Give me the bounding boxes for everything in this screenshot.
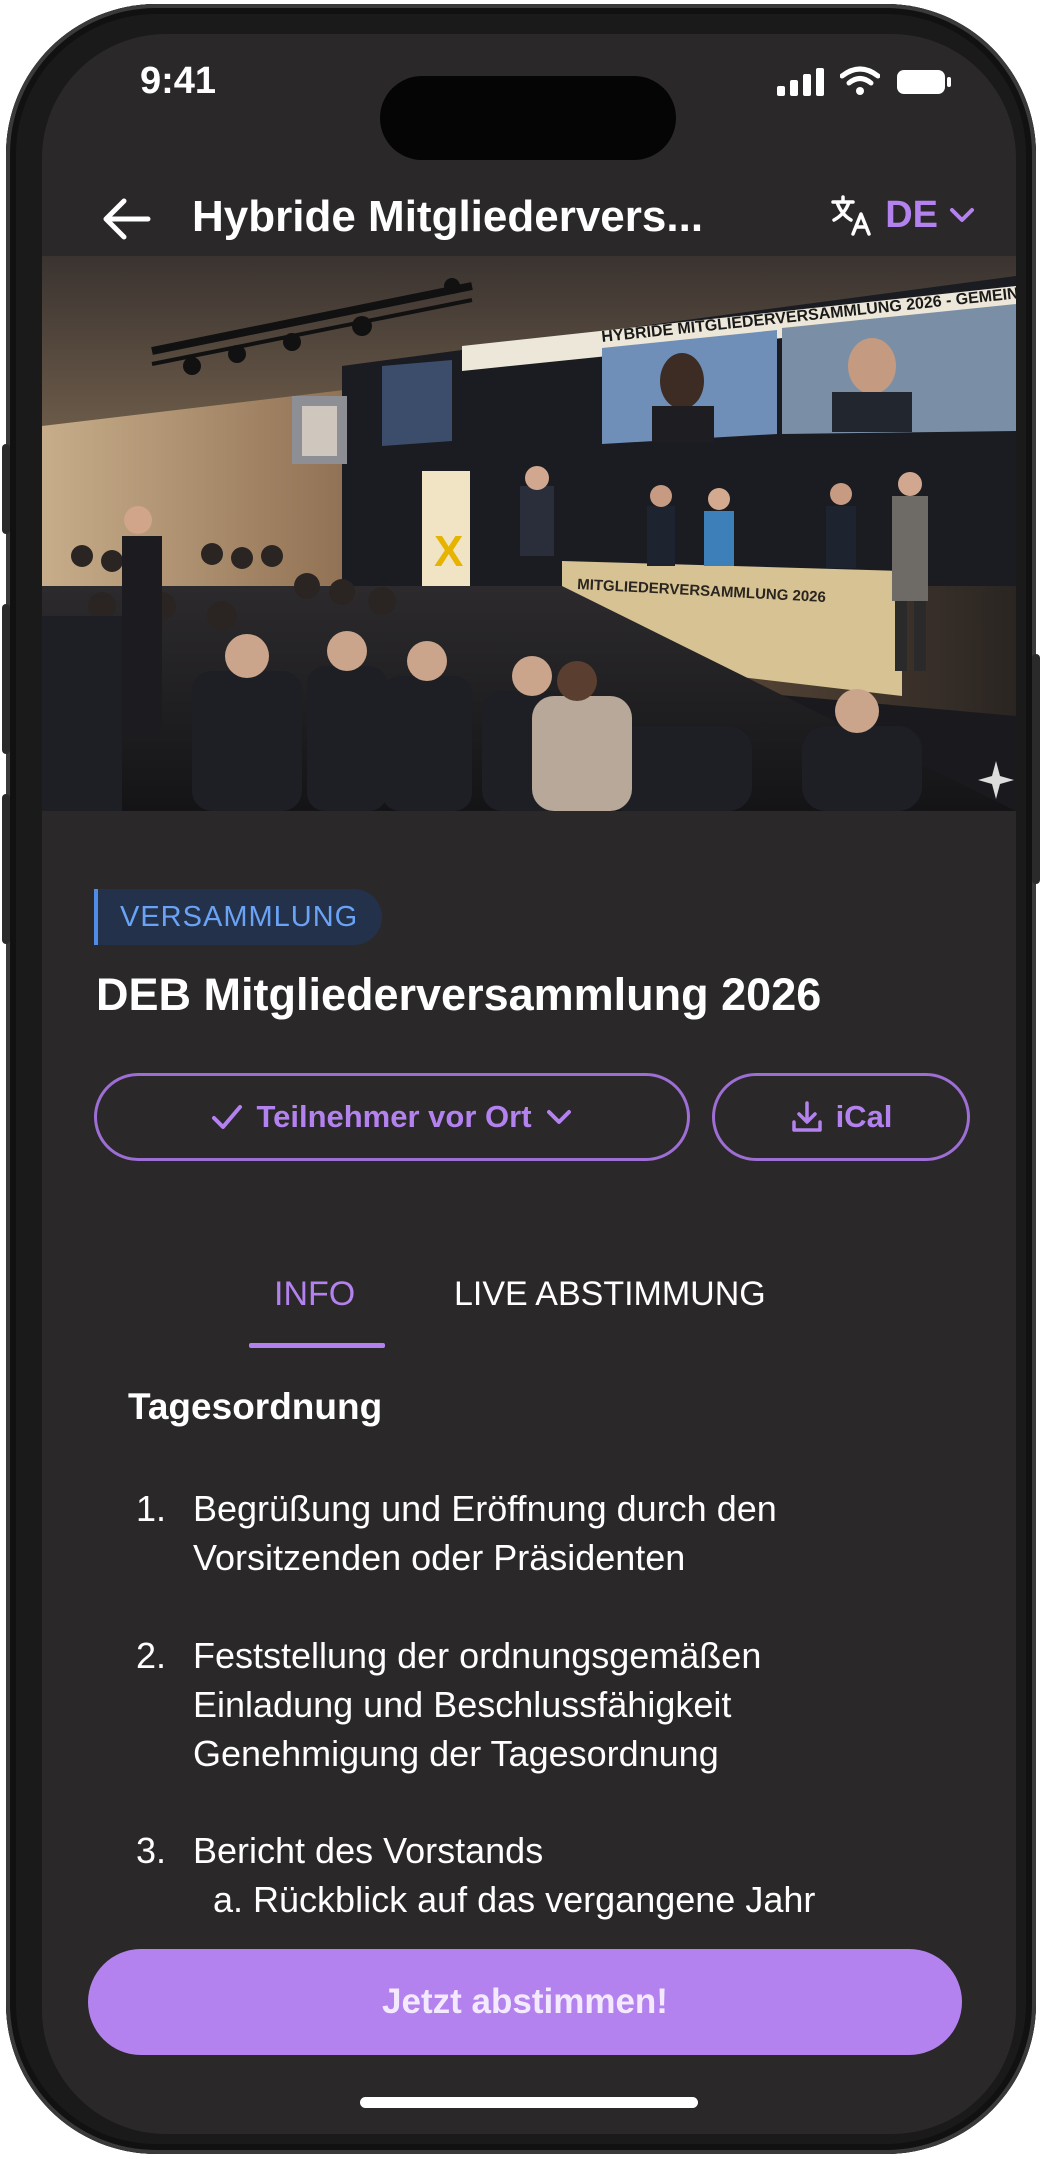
volume-up-button bbox=[2, 604, 10, 754]
agenda-item-line: Vorsitzenden oder Präsidenten bbox=[193, 1537, 686, 1578]
agenda-item-number: 2. bbox=[136, 1635, 167, 1676]
tab-bar: INFO LIVE ABSTIMMUNG bbox=[42, 1275, 1016, 1348]
language-selector[interactable]: DE bbox=[829, 192, 976, 238]
agenda-item-line: Einladung und Beschlussfähigkeit bbox=[193, 1684, 732, 1725]
status-time: 9:41 bbox=[140, 60, 217, 102]
phone-frame: 9:41 Hybride Mitgliedervers... DE HYBRID… bbox=[2, 4, 1040, 2154]
attendance-dropdown-button[interactable]: Teilnehmer vor Ort bbox=[94, 1073, 690, 1161]
ical-label: iCal bbox=[835, 1099, 893, 1134]
mute-switch bbox=[2, 444, 10, 534]
home-indicator[interactable] bbox=[360, 2097, 698, 2108]
tab-live-abstimmung[interactable]: LIVE ABSTIMMUNG bbox=[454, 1275, 766, 1314]
language-code: DE bbox=[885, 193, 938, 236]
download-icon bbox=[791, 1101, 822, 1132]
agenda-item-number: 1. bbox=[136, 1488, 167, 1529]
event-title: DEB Mitgliederversammlung 2026 bbox=[96, 969, 822, 1020]
conference-photo: HYBRIDE MITGLIEDERVERSAMMLUNG 2026 - GEM… bbox=[42, 256, 1016, 811]
tab-info[interactable]: INFO bbox=[274, 1275, 355, 1314]
agenda-subitem-line: a. Rückblick auf das vergangene Jahr bbox=[193, 1879, 816, 1920]
svg-text:X: X bbox=[434, 527, 463, 576]
signal-icon bbox=[777, 68, 824, 96]
ical-download-button[interactable]: iCal bbox=[712, 1073, 970, 1161]
chevron-down-icon bbox=[950, 208, 974, 222]
battery-icon bbox=[897, 70, 951, 94]
category-badge: VERSAMMLUNG bbox=[94, 889, 383, 945]
status-bar: 9:41 bbox=[42, 34, 1016, 160]
event-hero-image: HYBRIDE MITGLIEDERVERSAMMLUNG 2026 - GEM… bbox=[42, 256, 1016, 811]
check-icon bbox=[212, 1105, 243, 1129]
agenda-item-line: Begrüßung und Eröffnung durch den bbox=[193, 1488, 777, 1529]
page-title: Hybride Mitgliedervers... bbox=[192, 192, 704, 241]
chevron-down-icon bbox=[546, 1110, 571, 1124]
volume-down-button bbox=[2, 794, 10, 944]
translate-icon bbox=[831, 195, 871, 236]
arrow-left-icon[interactable] bbox=[98, 194, 154, 244]
agenda-item-line: Bericht des Vorstands bbox=[193, 1830, 544, 1871]
vote-now-button[interactable]: Jetzt abstimmen! bbox=[88, 1949, 962, 2055]
agenda-item-number: 3. bbox=[136, 1830, 167, 1871]
active-tab-indicator bbox=[249, 1343, 385, 1348]
status-icons bbox=[777, 66, 952, 96]
app-screen: 9:41 Hybride Mitgliedervers... DE HYBRID… bbox=[42, 34, 1016, 2134]
agenda-item-line: Feststellung der ordnungsgemäßen bbox=[193, 1635, 762, 1676]
wifi-icon bbox=[840, 66, 880, 95]
dynamic-island bbox=[380, 76, 676, 160]
agenda-item-line: Genehmigung der Tagesordnung bbox=[193, 1733, 719, 1774]
attendance-label: Teilnehmer vor Ort bbox=[256, 1099, 532, 1134]
power-button bbox=[1032, 654, 1040, 884]
agenda-heading: Tagesordnung bbox=[128, 1386, 383, 1427]
